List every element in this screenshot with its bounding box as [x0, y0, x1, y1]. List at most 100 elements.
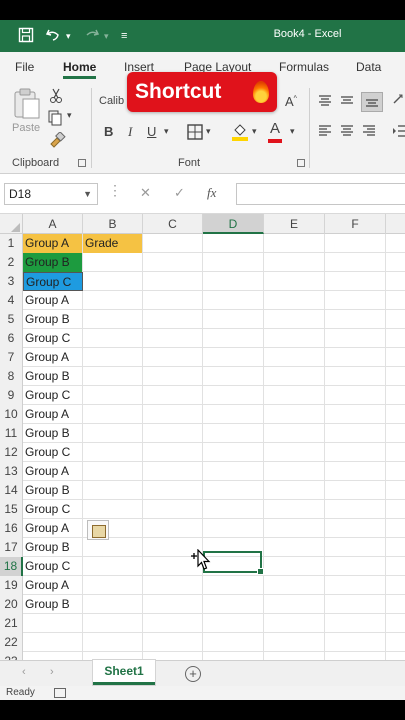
cell-b19[interactable] [83, 576, 143, 595]
cell-b15[interactable] [83, 500, 143, 519]
cell-c12[interactable] [143, 443, 203, 462]
row-header[interactable]: 4 [0, 291, 23, 310]
underline-button[interactable]: U [147, 124, 156, 139]
cell-b2[interactable] [83, 253, 143, 272]
align-top-icon[interactable] [318, 95, 332, 110]
cell-f15[interactable] [325, 500, 386, 519]
cell-b9[interactable] [83, 386, 143, 405]
cut-icon[interactable] [49, 88, 63, 107]
cell-d5[interactable] [203, 310, 264, 329]
format-painter-icon[interactable] [48, 131, 66, 151]
cell-e18[interactable] [264, 557, 325, 576]
cell-d3[interactable] [203, 272, 264, 291]
row-header[interactable]: 1 [0, 234, 23, 253]
cell-e12[interactable] [264, 443, 325, 462]
row-header[interactable]: 10 [0, 405, 23, 424]
font-launcher-icon[interactable] [297, 159, 305, 167]
column-header-e[interactable]: E [264, 214, 325, 234]
cell-c1[interactable] [143, 234, 203, 253]
copy-dropdown-icon[interactable]: ▾ [67, 110, 72, 121]
cell-b14[interactable] [83, 481, 143, 500]
cell-f1[interactable] [325, 234, 386, 253]
cell-d16[interactable] [203, 519, 264, 538]
cell-f7[interactable] [325, 348, 386, 367]
row-header[interactable]: 15 [0, 500, 23, 519]
cell-a22[interactable] [23, 633, 83, 652]
cell-d8[interactable] [203, 367, 264, 386]
cell-a5[interactable]: Group B [23, 310, 83, 329]
cell-d6[interactable] [203, 329, 264, 348]
cell-a10[interactable]: Group A [23, 405, 83, 424]
cell-b5[interactable] [83, 310, 143, 329]
fill-color-dropdown-icon[interactable]: ▾ [252, 126, 257, 137]
paste-options-icon[interactable] [87, 520, 109, 540]
cell-b8[interactable] [83, 367, 143, 386]
cell-f12[interactable] [325, 443, 386, 462]
cell-f10[interactable] [325, 405, 386, 424]
cell-e21[interactable] [264, 614, 325, 633]
row-header[interactable]: 11 [0, 424, 23, 443]
formula-input[interactable] [236, 183, 405, 205]
fill-color-icon[interactable] [231, 122, 249, 145]
row-header[interactable]: 14 [0, 481, 23, 500]
cell-b18[interactable] [83, 557, 143, 576]
select-all-button[interactable] [0, 214, 23, 234]
cell-d19[interactable] [203, 576, 264, 595]
cell-c13[interactable] [143, 462, 203, 481]
cell-f23[interactable] [325, 652, 386, 660]
enter-formula-icon[interactable]: ✓ [174, 185, 185, 201]
align-middle-icon[interactable] [340, 95, 354, 110]
cell-e22[interactable] [264, 633, 325, 652]
font-name-box[interactable]: Calib [99, 95, 124, 107]
cell-b10[interactable] [83, 405, 143, 424]
cell-d9[interactable] [203, 386, 264, 405]
align-right-icon[interactable] [362, 125, 376, 140]
row-header[interactable]: 7 [0, 348, 23, 367]
cell-f20[interactable] [325, 595, 386, 614]
cell-a14[interactable]: Group B [23, 481, 83, 500]
row-header[interactable]: 8 [0, 367, 23, 386]
row-header[interactable]: 21 [0, 614, 23, 633]
cell-e17[interactable] [264, 538, 325, 557]
cell-e15[interactable] [264, 500, 325, 519]
cell-d7[interactable] [203, 348, 264, 367]
cell-e8[interactable] [264, 367, 325, 386]
cell-d15[interactable] [203, 500, 264, 519]
cell-d12[interactable] [203, 443, 264, 462]
cell-a20[interactable]: Group B [23, 595, 83, 614]
italic-button[interactable]: I [128, 124, 132, 140]
row-header[interactable]: 17 [0, 538, 23, 557]
cell-b3[interactable] [83, 272, 143, 291]
cell-d2[interactable] [203, 253, 264, 272]
cell-f2[interactable] [325, 253, 386, 272]
cell-b12[interactable] [83, 443, 143, 462]
cell-f11[interactable] [325, 424, 386, 443]
cell-b6[interactable] [83, 329, 143, 348]
cell-f6[interactable] [325, 329, 386, 348]
cell-a21[interactable] [23, 614, 83, 633]
row-header[interactable]: 12 [0, 443, 23, 462]
cell-d1[interactable] [203, 234, 264, 253]
cell-b23[interactable] [83, 652, 143, 660]
macro-record-icon[interactable] [54, 688, 66, 698]
font-color-icon[interactable]: A [268, 120, 282, 143]
prev-sheet-icon[interactable]: ‹ [22, 666, 26, 678]
cell-f14[interactable] [325, 481, 386, 500]
grow-font-icon[interactable]: A^ [285, 94, 297, 109]
cell-f22[interactable] [325, 633, 386, 652]
name-box-dropdown-icon[interactable]: ▼ [83, 184, 92, 204]
cell-c7[interactable] [143, 348, 203, 367]
cell-c16[interactable] [143, 519, 203, 538]
cell-c19[interactable] [143, 576, 203, 595]
cell-a23[interactable] [23, 652, 83, 660]
cell-a17[interactable]: Group B [23, 538, 83, 557]
cell-c2[interactable] [143, 253, 203, 272]
cell-a19[interactable]: Group A [23, 576, 83, 595]
cell-a6[interactable]: Group C [23, 329, 83, 348]
cell-c10[interactable] [143, 405, 203, 424]
cell-f9[interactable] [325, 386, 386, 405]
cell-e9[interactable] [264, 386, 325, 405]
cell-a12[interactable]: Group C [23, 443, 83, 462]
paste-label[interactable]: Paste [12, 122, 40, 134]
cell-c14[interactable] [143, 481, 203, 500]
